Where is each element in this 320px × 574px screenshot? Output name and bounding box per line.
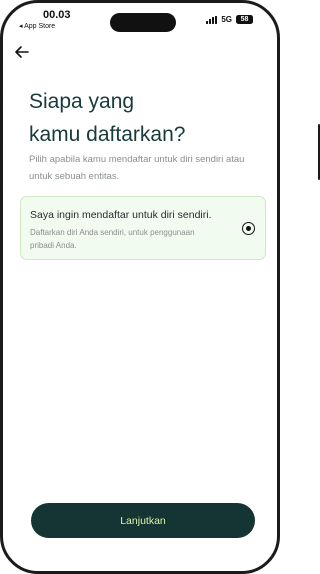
arrow-left-icon[interactable]	[13, 43, 31, 61]
status-indicators: 5G 58	[206, 15, 253, 24]
battery-icon: 58	[236, 15, 253, 24]
phone-frame: 00.03 ◂ App Store 5G 58 Siapa yang kamu …	[0, 0, 280, 574]
option-self-registration[interactable]: Saya ingin mendaftar untuk diri sendiri.…	[20, 196, 266, 260]
signal-icon	[206, 15, 218, 24]
page-subtitle: Pilih apabila kamu mendaftar untuk diri …	[29, 154, 245, 182]
page-title: Siapa yang kamu daftarkan?	[29, 85, 259, 151]
action-button	[0, 70, 2, 94]
dynamic-island	[110, 13, 176, 32]
volume-up-button	[0, 108, 2, 146]
network-type: 5G	[221, 15, 232, 24]
radio-dot	[245, 225, 251, 231]
radio-selected-icon[interactable]	[242, 222, 255, 235]
option-title: Saya ingin mendaftar untuk diri sendiri.	[30, 209, 212, 221]
back-to-app-store-link[interactable]: ◂ App Store	[19, 22, 55, 30]
volume-down-button	[0, 152, 2, 190]
continue-button[interactable]: Lanjutkan	[31, 503, 255, 538]
option-description: Daftarkan diri Anda sendiri, untuk pengg…	[30, 228, 195, 250]
status-time: 00.03	[43, 9, 71, 21]
page-title-line2: kamu daftarkan?	[29, 123, 186, 146]
page-title-line1: Siapa yang	[29, 90, 135, 113]
status-bar: 00.03 ◂ App Store 5G 58	[3, 3, 277, 37]
